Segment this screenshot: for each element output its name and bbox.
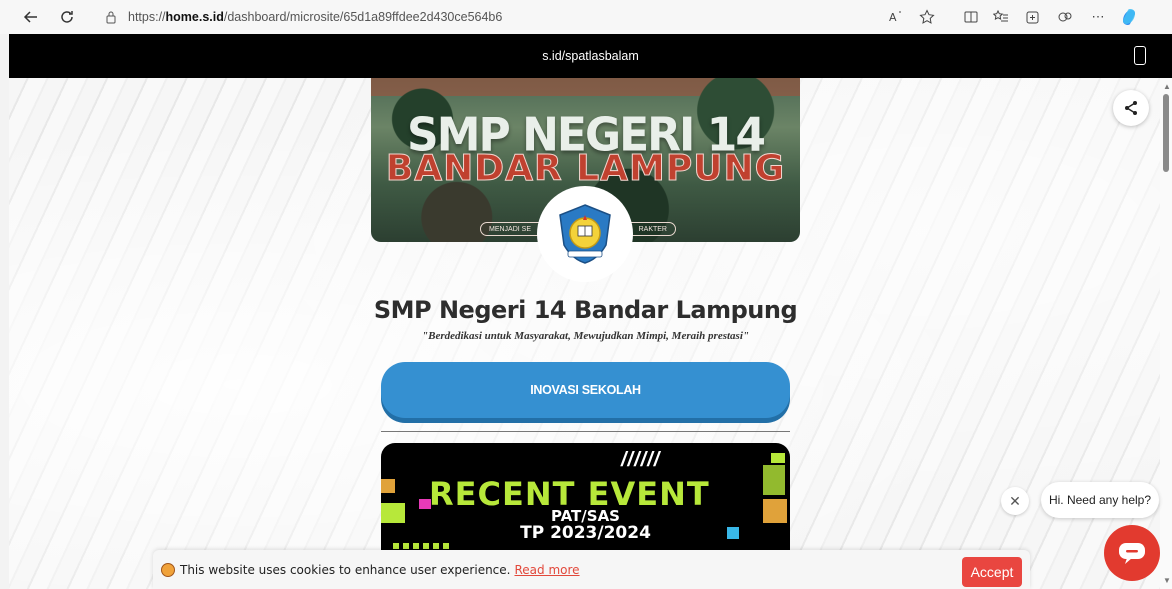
favorite-star-icon[interactable] xyxy=(916,6,938,28)
more-menu-icon[interactable]: ⋯ xyxy=(1087,6,1109,28)
preview-header: s.id/spatlasbalam xyxy=(9,34,1172,78)
cookie-icon xyxy=(161,562,175,577)
scrollbar-thumb[interactable] xyxy=(1163,94,1169,172)
chat-close-button[interactable]: ✕ xyxy=(1001,487,1029,515)
decor-chip xyxy=(381,479,395,493)
page-motto: "Berdedikasi untuk Masyarakat, Mewujudka… xyxy=(422,330,749,342)
event-sub2: TP 2023/2024 xyxy=(520,523,651,543)
page-info-icon[interactable] xyxy=(104,10,118,24)
banner-line2: BANDAR LAMPUNG xyxy=(385,148,786,190)
back-arrow-icon[interactable] xyxy=(20,6,42,28)
share-button[interactable] xyxy=(1113,90,1149,126)
read-aloud-icon[interactable]: A xyxy=(885,6,907,28)
url-host: home.s.id xyxy=(165,10,224,24)
cookie-accept-button[interactable]: Accept xyxy=(962,557,1022,587)
recent-event-card[interactable]: ////// RECENT EVENT PAT/SAS TP 2023/2024 xyxy=(381,443,790,553)
divider xyxy=(381,431,790,432)
cookie-banner: This website uses cookies to enhance use… xyxy=(153,550,1030,589)
copilot-icon[interactable] xyxy=(1118,6,1140,28)
extensions-icon[interactable] xyxy=(1054,6,1076,28)
decor-chip xyxy=(771,453,785,463)
event-stripes: ////// xyxy=(621,449,661,471)
address-bar[interactable]: https://home.s.id/dashboard/microsite/65… xyxy=(92,4,872,30)
site-url: s.id/spatlasbalam xyxy=(542,49,639,63)
scrollbar[interactable]: ▲ ▼ xyxy=(1160,78,1172,589)
url-prefix: https:// xyxy=(128,10,166,24)
chat-launcher-button[interactable] xyxy=(1104,525,1160,581)
collections-icon[interactable] xyxy=(1021,6,1043,28)
chat-icon xyxy=(1119,543,1145,564)
chat-greeting[interactable]: Hi. Need any help? xyxy=(1041,482,1159,518)
favorites-list-icon[interactable] xyxy=(990,6,1012,28)
decor-chip xyxy=(763,465,785,495)
banner-tag-right: RAKTER xyxy=(638,225,667,233)
school-logo xyxy=(537,186,633,282)
share-icon xyxy=(1125,101,1137,115)
mobile-view-icon[interactable] xyxy=(1134,46,1146,65)
cookie-message: This website uses cookies to enhance use… xyxy=(180,562,511,577)
page-title: SMP Negeri 14 Bandar Lampung xyxy=(373,296,798,324)
svg-text:A: A xyxy=(889,11,897,24)
scroll-down-icon[interactable]: ▼ xyxy=(1163,576,1171,585)
school-emblem-icon xyxy=(559,204,611,264)
scroll-up-icon[interactable]: ▲ xyxy=(1163,82,1171,91)
browser-toolbar: https://home.s.id/dashboard/microsite/65… xyxy=(0,0,1172,34)
banner-tag-left: MENJADI SE xyxy=(489,225,532,233)
reload-icon[interactable] xyxy=(56,6,78,28)
url-path: /dashboard/microsite/65d1a89ffdee2d430ce… xyxy=(223,10,503,24)
decor-chip xyxy=(393,543,453,549)
cookie-read-more-link[interactable]: Read more xyxy=(514,563,579,577)
split-screen-icon[interactable] xyxy=(960,6,982,28)
inovasi-sekolah-button[interactable]: INOVASI SEKOLAH xyxy=(381,362,790,418)
